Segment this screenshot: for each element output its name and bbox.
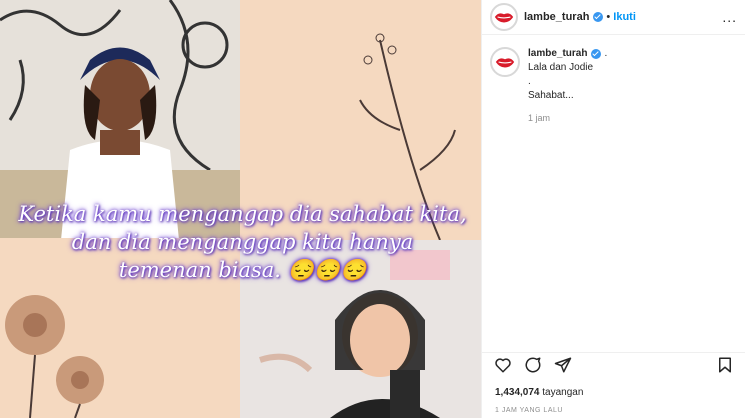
heart-icon[interactable] [494,356,512,379]
post-header: lambe_turah • Ikuti ... [482,0,745,35]
post-sidebar: lambe_turah • Ikuti ... lambe_turah . La… [481,0,745,418]
comment-line-1: Lala dan Jodie [528,62,594,73]
dried-flowers-illustration [5,295,104,418]
follow-button[interactable]: Ikuti [613,11,636,23]
separator-dot: • [606,11,611,23]
caption-line-2: dan dia menganggap kita hanya [71,230,414,254]
caption-line-1: Ketika kamu mengangap dia sahabat kita, [18,202,467,226]
verified-badge-icon [593,12,604,22]
comment-username[interactable]: lambe_turah [528,47,587,61]
header-username[interactable]: lambe_turah [524,11,589,23]
comment-time: 1 jam [528,113,551,123]
lips-logo-icon [494,13,514,23]
views-number: 1,434,074 [495,387,540,398]
caption-comment: lambe_turah . Lala dan Jodie . Sahabat..… [482,35,745,125]
more-options-icon[interactable]: ... [722,9,737,25]
comment-avatar[interactable] [490,47,520,77]
comment-line-2: . [528,76,531,87]
bookmark-icon[interactable] [716,356,734,379]
avatar[interactable] [490,3,518,31]
video-caption-overlay: Ketika kamu mengangap dia sahabat kita, … [10,200,475,284]
verified-badge-icon [591,49,602,59]
views-count: 1,434,074 tayangan [495,387,583,398]
posted-time[interactable]: 1 JAM YANG LALU [495,407,563,414]
views-label: tayangan [542,387,584,398]
caption-line-3: temenan biasa. 😔😔😔 [118,258,367,282]
lips-logo-icon [495,58,515,68]
action-bar [482,352,745,382]
comment-suffix: . [604,48,608,59]
comment-line-3: Sahabat... [528,90,574,101]
comment-icon[interactable] [524,356,542,379]
post-video[interactable]: Ketika kamu mengangap dia sahabat kita, … [0,0,481,418]
share-icon[interactable] [554,356,572,379]
